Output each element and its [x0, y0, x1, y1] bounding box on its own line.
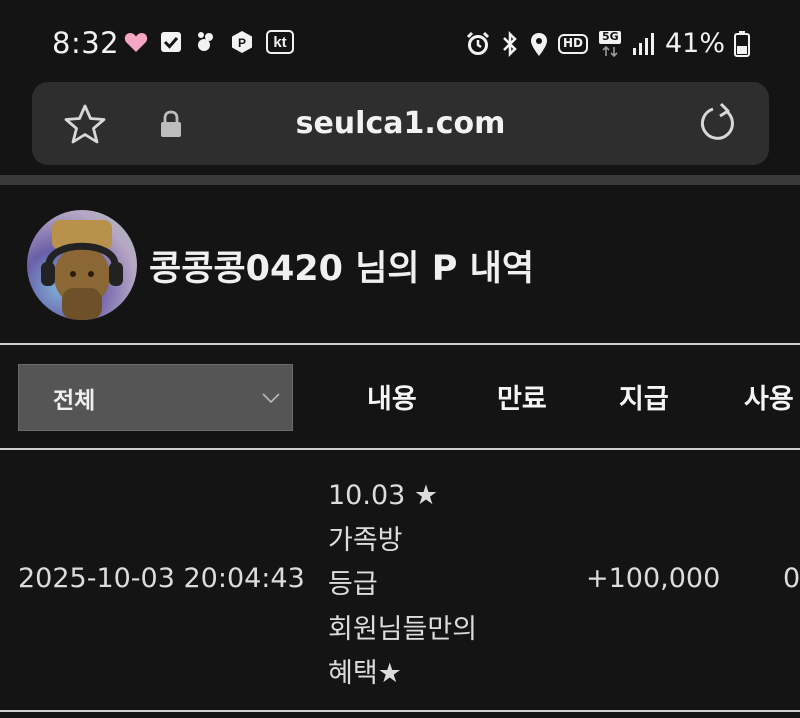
battery-percent: 41%	[664, 28, 725, 59]
battery-icon	[734, 30, 750, 57]
url-display[interactable]: seulca1.com	[32, 106, 769, 141]
reload-icon[interactable]	[696, 102, 740, 146]
header-divider-top	[0, 343, 800, 345]
alarm-icon	[465, 31, 491, 57]
column-header-expire: 만료	[497, 384, 547, 415]
row-datetime: 2025-10-03 20:04:43	[18, 563, 305, 594]
5g-icon: 5G	[597, 29, 623, 57]
status-bar: 8:32 P kt HD 5G 41%	[0, 0, 800, 82]
row-used: 0	[783, 563, 800, 594]
column-header-grant: 지급	[619, 384, 669, 415]
notification-icons: P kt	[124, 30, 294, 54]
pay-icon: P	[230, 30, 254, 54]
filter-selected-value: 전체	[53, 387, 96, 414]
signal-icon	[632, 32, 654, 56]
browser-divider	[0, 175, 800, 185]
bluetooth-icon	[500, 30, 520, 57]
network-label: 5G	[601, 29, 619, 43]
header-divider-bottom	[0, 448, 800, 450]
svg-text:P: P	[238, 36, 246, 50]
filter-select[interactable]: 전체	[18, 364, 293, 431]
hd-label: HD	[562, 35, 583, 50]
page-title: 콩콩콩0420 님의 P 내역	[149, 249, 535, 289]
kt-icon: kt	[266, 30, 294, 54]
chevron-down-icon	[262, 389, 280, 407]
column-header-used: 사용	[744, 384, 794, 415]
address-bar[interactable]: seulca1.com	[32, 82, 769, 165]
row-grant: +100,000	[586, 563, 721, 594]
row-content: 10.03 ★ 가족방 등급 회원님들만의 혜택★	[328, 480, 478, 689]
avatar	[27, 210, 137, 320]
system-icons: HD 5G 41%	[465, 28, 750, 59]
hd-icon: HD	[557, 32, 588, 56]
heart-icon	[124, 31, 148, 53]
row-divider	[0, 710, 800, 712]
column-header-content: 내용	[367, 384, 417, 415]
status-time: 8:32	[52, 26, 120, 60]
squirrel-icon	[194, 30, 218, 54]
kt-label: kt	[273, 33, 287, 51]
location-icon	[529, 31, 549, 57]
checkbox-icon	[160, 31, 182, 53]
